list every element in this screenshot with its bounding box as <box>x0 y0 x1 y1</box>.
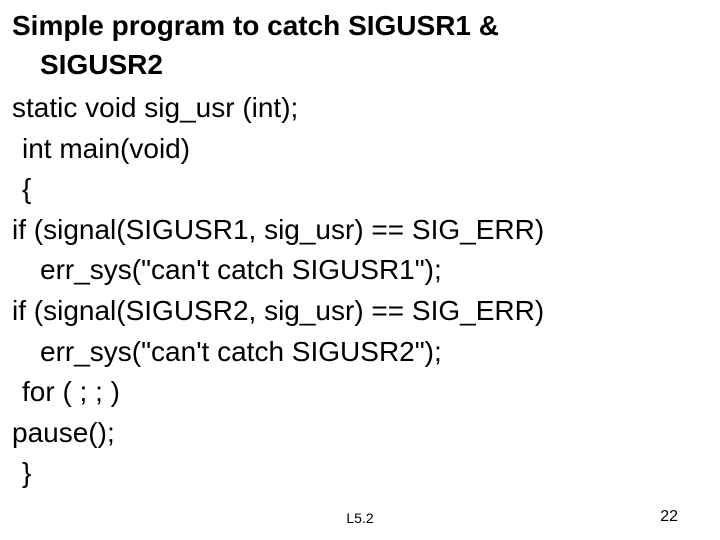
footer-page-number: 22 <box>660 508 678 526</box>
slide-title-line1: Simple program to catch SIGUSR1 & <box>12 8 708 43</box>
code-line: int main(void) <box>12 129 708 170</box>
code-line: { <box>12 169 708 210</box>
code-line: if (signal(SIGUSR1, sig_usr) == SIG_ERR) <box>12 210 708 251</box>
code-line: for ( ; ; ) <box>12 372 708 413</box>
code-line: static void sig_usr (int); <box>12 88 708 129</box>
code-block: static void sig_usr (int);int main(void)… <box>12 88 708 494</box>
code-line: } <box>12 453 708 494</box>
slide: Simple program to catch SIGUSR1 & SIGUSR… <box>0 0 720 540</box>
code-line: if (signal(SIGUSR2, sig_usr) == SIG_ERR) <box>12 291 708 332</box>
slide-title-line2: SIGUSR2 <box>12 47 708 82</box>
code-line: err_sys("can't catch SIGUSR2"); <box>12 332 708 373</box>
footer-center: L5.2 <box>0 510 720 526</box>
code-line: err_sys("can't catch SIGUSR1"); <box>12 250 708 291</box>
code-line: pause(); <box>12 413 708 454</box>
